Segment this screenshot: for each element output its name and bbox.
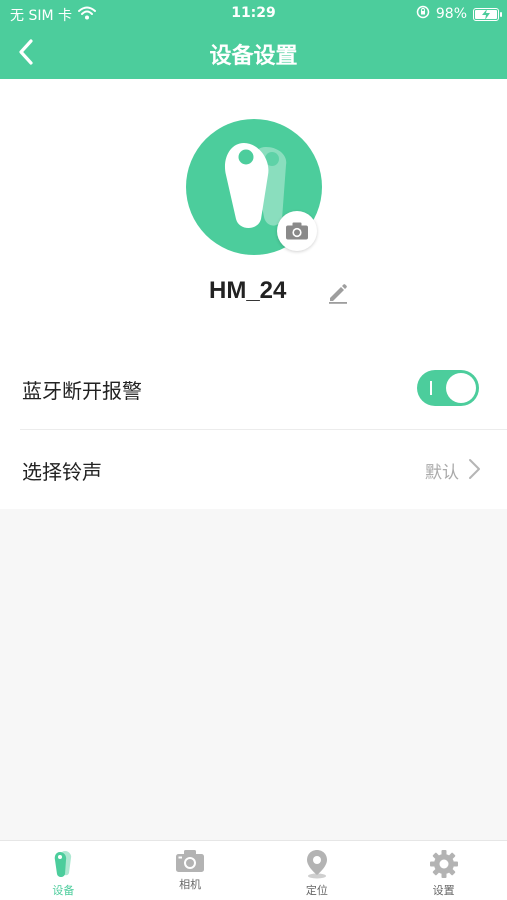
location-pin-icon [306,850,327,879]
tab-bar: 设备 相机 定位 设置 [0,840,507,900]
camera-icon [286,222,308,240]
tab-label: 设置 [432,884,455,897]
tab-label: 相机 [179,878,202,891]
tab-label: 设备 [52,884,75,897]
battery-percent: 98% [435,6,467,22]
battery-icon [473,7,502,21]
status-right: 98% [416,5,502,23]
tab-settings[interactable]: 设置 [380,841,507,900]
gear-icon [429,850,458,878]
nav-bar: 设备设置 [0,28,507,79]
device-profile: HM_24 [0,79,507,349]
header: 无 SIM 卡 11:29 98% 设备设置 [0,0,507,79]
chevron-right-icon [469,459,480,479]
camera-icon [176,850,205,872]
ringtone-label: 选择铃声 [22,460,102,484]
bluetooth-alarm-label: 蓝牙断开报警 [22,379,142,403]
setting-ringtone[interactable]: 选择铃声 默认 [20,429,507,509]
tab-camera[interactable]: 相机 [127,841,254,900]
device-icon [55,851,72,877]
tab-label: 定位 [305,884,328,897]
ringtone-value: 默认 [425,463,459,483]
tab-location[interactable]: 定位 [254,841,381,900]
toggle-on-mark [430,381,432,395]
tab-device[interactable]: 设备 [0,841,127,900]
edit-name-button[interactable] [324,279,352,307]
pencil-icon [329,284,347,304]
device-name-row: HM_24 [0,275,507,311]
bluetooth-alarm-toggle[interactable] [417,370,479,406]
status-bar: 无 SIM 卡 11:29 98% [0,0,507,28]
change-photo-button[interactable] [277,211,317,251]
device-name: HM_24 [209,277,287,304]
settings-list: 蓝牙断开报警 选择铃声 默认 [0,349,507,509]
orientation-lock-icon [416,5,430,23]
toggle-knob [446,373,476,403]
page-title: 设备设置 [209,44,298,69]
setting-bluetooth-alarm: 蓝牙断开报警 [0,349,507,429]
